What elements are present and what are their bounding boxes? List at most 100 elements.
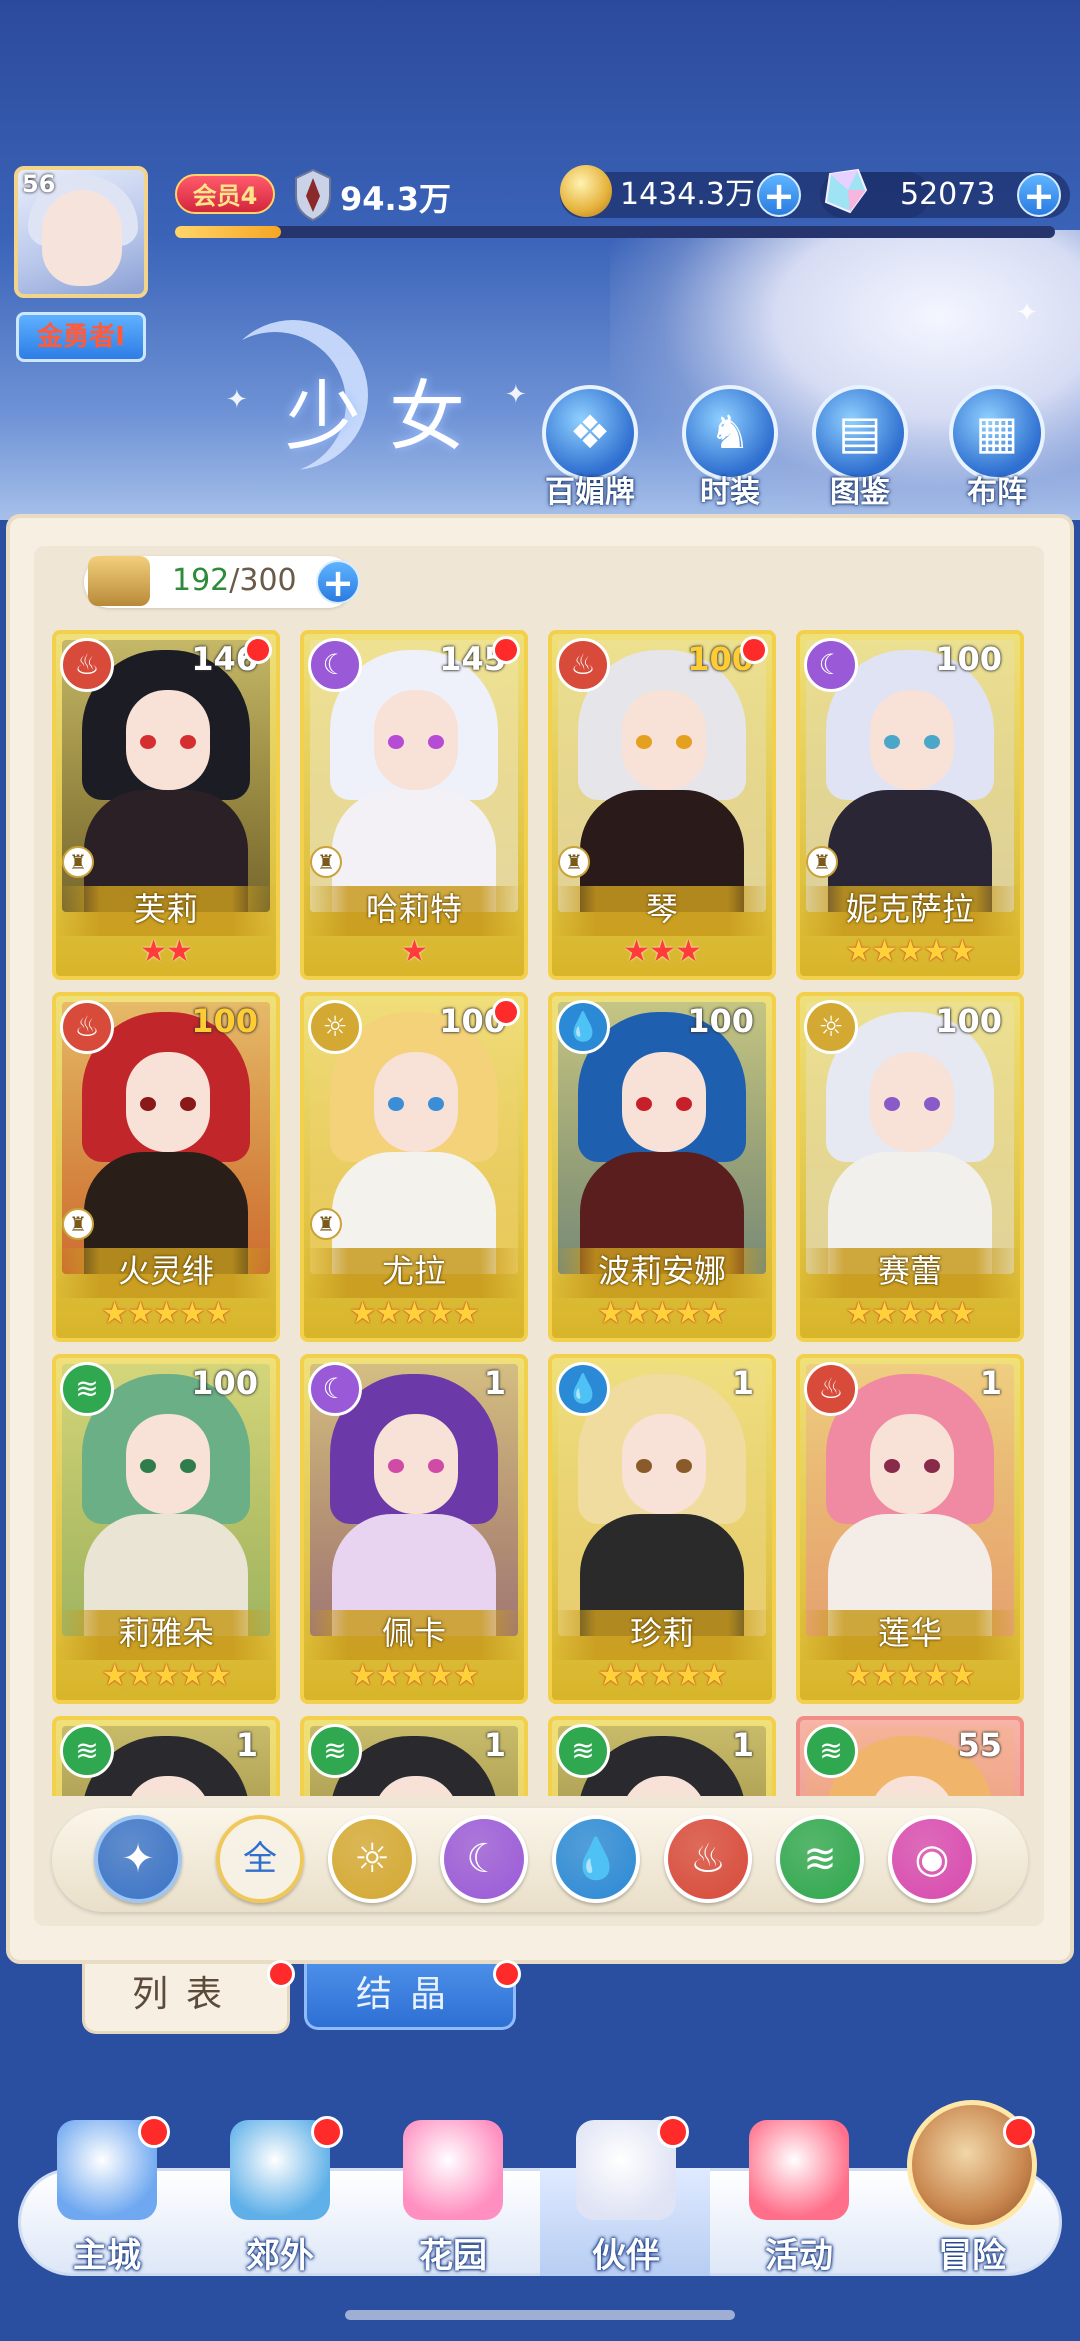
- top-nav-card[interactable]: ❖ 百媚牌: [538, 385, 642, 511]
- power-trophy-icon: [295, 168, 331, 222]
- add-gem-button[interactable]: +: [1017, 173, 1061, 217]
- top-nav-label: 图鉴: [830, 475, 890, 510]
- companion-card[interactable]: ≋ 55: [796, 1716, 1024, 1796]
- top-nav-label: 时装: [700, 475, 760, 510]
- star-rating: ★★★★★: [101, 1296, 231, 1331]
- companion-card[interactable]: ≋ 1: [300, 1716, 528, 1796]
- companion-level: 100: [191, 1002, 258, 1040]
- page-title: 少女: [285, 372, 493, 461]
- companion-level: 100: [687, 1002, 754, 1040]
- companion-name: 莲华: [877, 1614, 942, 1652]
- element-moon-icon: ☾: [308, 638, 362, 692]
- companion-card[interactable]: ☼ 100 ♜ 尤拉 ★★★★★: [300, 992, 528, 1342]
- notification-dot: [492, 998, 520, 1026]
- companion-card[interactable]: ♨ 146 ♜ 芙莉 ★★: [52, 630, 280, 980]
- filter-all-button[interactable]: 全: [216, 1815, 304, 1903]
- filter-light-icon[interactable]: ☼: [328, 1815, 416, 1903]
- element-wind-icon: ≋: [308, 1724, 362, 1778]
- companion-level: 1: [235, 1726, 258, 1764]
- companion-card[interactable]: 💧 100 波莉安娜 ★★★★★: [548, 992, 776, 1342]
- player-title-badge[interactable]: 金勇者I: [16, 312, 146, 362]
- backpack-icon: [88, 556, 150, 606]
- top-nav-book[interactable]: ▤ 图鉴: [808, 385, 912, 511]
- companion-grid: ♨ 146 ♜ 芙莉 ★★ ☾ 145 ♜ 哈莉特 ★ ♨ 100 ♜ 琴 ★★★ ☾ 100 ♜ 妮克萨拉 ★★★★…: [52, 630, 1028, 1796]
- bottom-nav-heart-garden[interactable]: 花园: [368, 2120, 538, 2276]
- notification-dot: [138, 2116, 170, 2148]
- companion-name: 珍莉: [629, 1614, 694, 1652]
- element-light-icon: ☼: [804, 1000, 858, 1054]
- element-light-icon: ☼: [308, 1000, 362, 1054]
- element-fire-icon: ♨: [804, 1362, 858, 1416]
- notification-dot: [267, 1960, 295, 1988]
- companion-name: 赛蕾: [877, 1252, 942, 1290]
- add-gold-button[interactable]: +: [757, 173, 801, 217]
- companion-card[interactable]: ♨ 100 ♜ 琴 ★★★: [548, 630, 776, 980]
- star-rating: ★★★★★: [349, 1658, 479, 1693]
- bottom-nav-companion[interactable]: 伙伴: [541, 2116, 711, 2276]
- notification-dot: [492, 636, 520, 664]
- tab-list[interactable]: 列表: [82, 1960, 295, 2034]
- formation-pawn-icon: ♜: [310, 1208, 342, 1240]
- top-nav-grid[interactable]: ▦ 布阵: [945, 385, 1049, 511]
- gold-coin-icon: [560, 165, 612, 217]
- top-nav-outfit[interactable]: ♞ 时装: [678, 385, 782, 511]
- capacity-max: 300: [239, 563, 297, 598]
- companion-name: 芙莉: [133, 890, 198, 928]
- filter-rank-icon[interactable]: ✦: [94, 1815, 182, 1903]
- capacity-separator: /: [229, 563, 240, 598]
- companion-card[interactable]: 💧 1 珍莉 ★★★★★: [548, 1354, 776, 1704]
- home-indicator[interactable]: [345, 2310, 735, 2320]
- combat-power-value: 94.3万: [340, 180, 451, 218]
- star-rating: ★★★★★: [597, 1296, 727, 1331]
- companion-level: 1: [731, 1726, 754, 1764]
- sparkle-icon: ✦: [505, 380, 527, 410]
- notification-dot: [657, 2116, 689, 2148]
- companion-card[interactable]: ♨ 100 ♜ 火灵绯 ★★★★★: [52, 992, 280, 1342]
- formation-pawn-icon: ♜: [806, 846, 838, 878]
- star-rating: ★★★★★: [101, 1658, 231, 1693]
- companion-level: 100: [191, 1364, 258, 1402]
- companion-card[interactable]: ≋ 1: [52, 1716, 280, 1796]
- star-rating: ★★★: [623, 934, 702, 969]
- vip-badge[interactable]: 会员4: [175, 174, 275, 214]
- companion-card[interactable]: ☾ 145 ♜ 哈莉特 ★: [300, 630, 528, 980]
- bottom-nav-portal[interactable]: 郊外: [195, 2116, 365, 2276]
- companion-name: 波莉安娜: [597, 1252, 726, 1290]
- tab-crystal[interactable]: 结晶: [304, 1960, 521, 2030]
- companion-card[interactable]: ☾ 1 佩卡 ★★★★★: [300, 1354, 528, 1704]
- filter-water-icon[interactable]: 💧: [552, 1815, 640, 1903]
- element-water-icon: 💧: [556, 1362, 610, 1416]
- filter-fire-icon[interactable]: ♨: [664, 1815, 752, 1903]
- star-rating: ★★★★★: [845, 1296, 975, 1331]
- filter-special-icon[interactable]: ◉: [888, 1815, 976, 1903]
- companion-name: 莉雅朵: [117, 1614, 214, 1652]
- top-resource-bar: 会员4 94.3万 1434.3万 + 52073 +: [165, 165, 1070, 224]
- bottom-nav-label: 冒险: [938, 2236, 1006, 2276]
- element-wind-icon: ≋: [60, 1362, 114, 1416]
- companion-level: 100: [935, 1002, 1002, 1040]
- element-moon-icon: ☾: [804, 638, 858, 692]
- companion-card[interactable]: ≋ 100 莉雅朵 ★★★★★: [52, 1354, 280, 1704]
- companion-card[interactable]: ☼ 100 赛蕾 ★★★★★: [796, 992, 1024, 1342]
- formation-pawn-icon: ♜: [62, 846, 94, 878]
- gem-value: 52073: [900, 177, 996, 212]
- bottom-nav-castle[interactable]: 主城: [22, 2116, 192, 2276]
- bottom-nav-gift[interactable]: 活动: [714, 2120, 884, 2276]
- companion-card[interactable]: ♨ 1 莲华 ★★★★★: [796, 1354, 1024, 1704]
- companion-level: 1: [731, 1364, 754, 1402]
- bottom-nav-label: 活动: [765, 2236, 833, 2276]
- companion-name: 琴: [645, 890, 678, 928]
- filter-moon-icon[interactable]: ☾: [440, 1815, 528, 1903]
- expand-capacity-button[interactable]: +: [316, 560, 360, 604]
- gift-icon: [749, 2120, 849, 2220]
- filter-wind-icon[interactable]: ≋: [776, 1815, 864, 1903]
- notification-dot: [244, 636, 272, 664]
- bottom-nav-adventure[interactable]: 冒险: [887, 2100, 1057, 2276]
- companion-name: 火灵绯: [117, 1252, 214, 1290]
- companion-level: 55: [957, 1726, 1002, 1764]
- companion-card[interactable]: ≋ 1: [548, 1716, 776, 1796]
- companion-card[interactable]: ☾ 100 ♜ 妮克萨拉 ★★★★★: [796, 630, 1024, 980]
- bottom-nav-label: 郊外: [246, 2236, 314, 2276]
- element-fire-icon: ♨: [556, 638, 610, 692]
- companion-name: 尤拉: [381, 1252, 446, 1290]
